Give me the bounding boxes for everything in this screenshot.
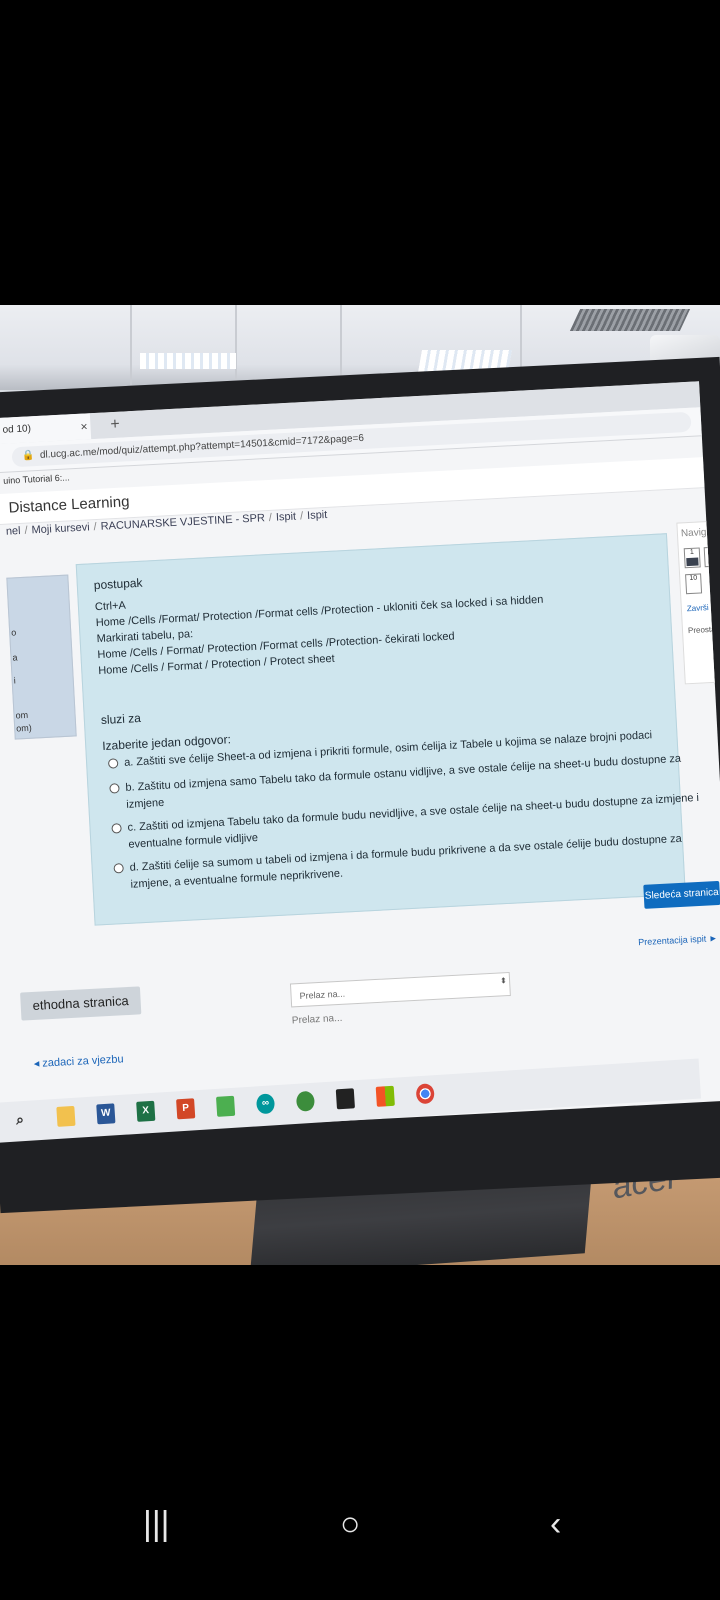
app-icon[interactable]: [295, 1090, 316, 1112]
nav-number: 10: [689, 574, 698, 583]
breadcrumb-item[interactable]: Ispit: [276, 511, 297, 524]
back-icon[interactable]: ‹: [550, 1505, 561, 1544]
question-step: Ctrl+A: [94, 599, 127, 614]
recents-icon[interactable]: |||: [143, 1505, 170, 1544]
search-icon[interactable]: ⌕: [10, 1109, 29, 1130]
question-purpose: sluzi za: [100, 710, 142, 728]
jump-to-select[interactable]: Prelaz na...: [289, 971, 511, 1008]
nav-question-10[interactable]: 10: [685, 573, 703, 595]
info-text: o: [10, 627, 17, 638]
ceiling-light: [140, 353, 236, 369]
chevron-updown-icon: ⬍: [499, 976, 508, 986]
next-page-button[interactable]: Sledeća stranica: [643, 880, 720, 909]
excel-icon[interactable]: X: [136, 1100, 156, 1122]
lock-icon: 🔒: [21, 450, 35, 462]
time-remaining: Preosta: [687, 624, 716, 636]
nav-question-1[interactable]: 1: [683, 547, 701, 569]
info-text: a: [12, 652, 18, 663]
word-icon[interactable]: W: [96, 1103, 116, 1125]
ceiling-grid-line: [340, 305, 342, 385]
bookmark-item[interactable]: uino Tutorial 6:...: [3, 472, 70, 485]
arduino-icon[interactable]: ∞: [255, 1093, 276, 1115]
info-text: om: [15, 709, 29, 721]
breadcrumb-item[interactable]: Ispit: [307, 509, 328, 522]
radio-button[interactable]: [113, 863, 124, 874]
home-icon[interactable]: ○: [340, 1505, 361, 1544]
monitor-screen: od 10) × + 🔒 dl.ucg.ac.me/mod/quiz/attem…: [0, 381, 720, 1140]
android-navigation-bar: ||| ○ ‹: [0, 1480, 720, 1580]
breadcrumb-item[interactable]: Moji kursevi: [31, 521, 90, 536]
radio-button[interactable]: [107, 758, 119, 769]
option-text-continued: izmjene: [126, 796, 165, 811]
terminal-icon[interactable]: [335, 1088, 355, 1110]
chrome-icon[interactable]: [415, 1083, 435, 1105]
ceiling-grid-line: [130, 305, 132, 385]
ceiling-grid-line: [235, 305, 237, 385]
previous-page-button[interactable]: ethodna stranica: [20, 986, 142, 1021]
new-tab-icon[interactable]: +: [110, 412, 121, 438]
nav-number: 1: [689, 548, 695, 556]
radio-button[interactable]: [111, 823, 122, 834]
file-explorer-icon[interactable]: [56, 1105, 76, 1127]
winapp-icon[interactable]: [375, 1085, 395, 1107]
sheets-icon[interactable]: [215, 1095, 236, 1117]
jump-label: Prelaz na...: [291, 1012, 343, 1027]
exercise-link[interactable]: ◂ zadaci za vjezbu: [33, 1052, 123, 1070]
radio-button[interactable]: [109, 783, 120, 794]
answered-mark: [686, 557, 699, 567]
tab-close-icon[interactable]: ×: [80, 413, 88, 439]
breadcrumb-item[interactable]: nel: [6, 525, 21, 538]
ceiling-vent: [569, 309, 691, 331]
question-heading: postupak: [93, 575, 143, 593]
info-text: om): [15, 722, 32, 734]
presentation-link[interactable]: Prezentacija ispit ►: [638, 933, 718, 947]
powerpoint-icon[interactable]: P: [176, 1098, 196, 1120]
site-header: [0, 457, 705, 527]
